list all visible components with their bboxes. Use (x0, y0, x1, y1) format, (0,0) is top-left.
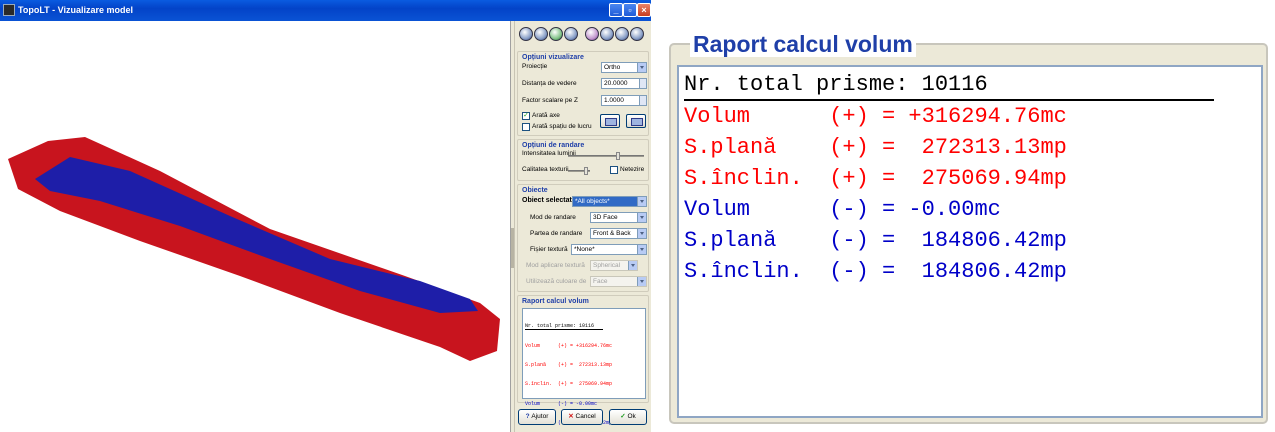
zoom-line-incline-pos: S.înclin. (+) = 275069.94mp (684, 166, 1067, 191)
view-toolbar (517, 27, 650, 43)
texture-apply-label: Mod aplicare textură (526, 262, 585, 269)
show-workspace-checkbox[interactable] (522, 123, 530, 131)
render-mode-label: Mod de randare (530, 214, 576, 221)
view-options-group: Opțiuni vizualizare Proiecție Ortho Dist… (517, 51, 649, 136)
selected-object-select[interactable]: *All objects* (572, 196, 647, 207)
title-bar: TopoLT - Vizualizare model _ ▫ × (0, 0, 651, 21)
projection-select[interactable]: Ortho (601, 62, 647, 73)
show-workspace-label: Arată spațiu de lucru (532, 123, 592, 130)
zoom-icon[interactable] (615, 27, 629, 41)
reset-view-button[interactable] (600, 114, 620, 128)
render-options-title: Opțiuni de randare (522, 142, 585, 149)
volume-report-box: Nr. total prisme: 10116 Volum (+) = +316… (522, 308, 646, 426)
texture-file-select[interactable]: *None* (571, 244, 647, 255)
objects-title: Obiecte (522, 187, 548, 194)
zoom-line-total: Nr. total prisme: 10116 (684, 71, 1214, 101)
window-title: TopoLT - Vizualizare model (18, 5, 134, 15)
app-icon (3, 4, 15, 16)
maximize-icon[interactable]: ▫ (623, 3, 637, 17)
color-use-select: Face (590, 276, 647, 287)
zscale-field[interactable]: 1.0000 (601, 95, 647, 106)
view-side-icon[interactable] (549, 27, 563, 41)
objects-group: Obiecte Obiect selectat *All objects* Mo… (517, 184, 649, 292)
color-use-label: Utilizează culoare de (526, 278, 587, 285)
projection-label: Proiecție (522, 63, 548, 70)
ok-button[interactable]: ✓ Ok (609, 409, 647, 425)
view-top-icon[interactable] (534, 27, 548, 41)
volume-report-title: Raport calcul volum (522, 298, 589, 305)
report-line-plane-pos: S.plană (+) = 272313.13mp (525, 362, 613, 369)
volume-report-group: Raport calcul volum Nr. total prisme: 10… (517, 295, 649, 426)
report-line-incline-pos: S.înclin. (+) = 275069.94mp (525, 381, 613, 388)
zoom-line-volume-pos: Volum (+) = +316294.76mc (684, 104, 1067, 129)
smooth-label: Netezire (620, 166, 645, 173)
cancel-icon: ✕ (568, 413, 576, 420)
rotate-icon[interactable] (585, 27, 599, 41)
report-line-volume-pos: Volum (+) = +316294.76mc (525, 343, 613, 350)
zoom-line-plane-neg: S.plană (-) = 184806.42mp (684, 228, 1067, 253)
zoomed-report-box: Nr. total prisme: 10116 Volum (+) = +316… (677, 65, 1263, 418)
report-line-total: Nr. total prisme: 10116 (525, 323, 603, 331)
zoom-line-volume-neg: Volum (-) = -0.00mc (684, 197, 1001, 222)
view-options-title: Opțiuni vizualizare (522, 54, 584, 61)
selected-object-label: Obiect selectat (522, 197, 572, 204)
texture-apply-select: Spherical (590, 260, 638, 271)
render-mode-select[interactable]: 3D Face (590, 212, 647, 223)
close-icon[interactable]: × (637, 3, 651, 17)
3d-viewport[interactable] (0, 21, 510, 432)
zoom-line-plane-pos: S.plană (+) = 272313.13mp (684, 135, 1067, 160)
report-line-volume-neg: Volum (-) = -0.00mc (525, 400, 598, 407)
show-axes-label: Arată axe (532, 112, 560, 119)
show-axes-checkbox[interactable]: ✓ (522, 112, 530, 120)
zoomed-report-title: Raport calcul volum (690, 31, 916, 57)
render-side-label: Partea de randare (530, 230, 583, 237)
side-panel: Opțiuni vizualizare Proiecție Ortho Dist… (514, 21, 651, 432)
zoom-line-incline-neg: S.înclin. (-) = 184806.42mp (684, 259, 1067, 284)
view-iso-icon[interactable] (564, 27, 578, 41)
model-viewer-window: TopoLT - Vizualizare model _ ▫ × Opțiuni… (0, 0, 651, 432)
texture-quality-slider[interactable] (568, 167, 590, 175)
fit-view-button[interactable] (626, 114, 646, 128)
smooth-checkbox[interactable] (610, 166, 618, 174)
zscale-label: Factor scalare pe Z (522, 97, 578, 104)
pan-icon[interactable] (630, 27, 644, 41)
help-button[interactable]: ? Ajutor (518, 409, 556, 425)
render-options-group: Opțiuni de randare Intensitatea luminii … (517, 139, 649, 181)
model-fill-negative (35, 157, 478, 313)
render-side-select[interactable]: Front & Back (590, 228, 647, 239)
distance-label: Distanța de vedere (522, 80, 577, 87)
cancel-button[interactable]: ✕ Cancel (561, 409, 603, 425)
zoom-in-icon[interactable] (600, 27, 614, 41)
light-slider[interactable] (568, 152, 644, 160)
view-front-icon[interactable] (519, 27, 533, 41)
minimize-icon[interactable]: _ (609, 3, 623, 17)
texture-quality-label: Calitatea texturii (522, 166, 569, 173)
distance-field[interactable]: 20.0000 (601, 78, 647, 89)
texture-file-label: Fișier textură (530, 246, 568, 253)
